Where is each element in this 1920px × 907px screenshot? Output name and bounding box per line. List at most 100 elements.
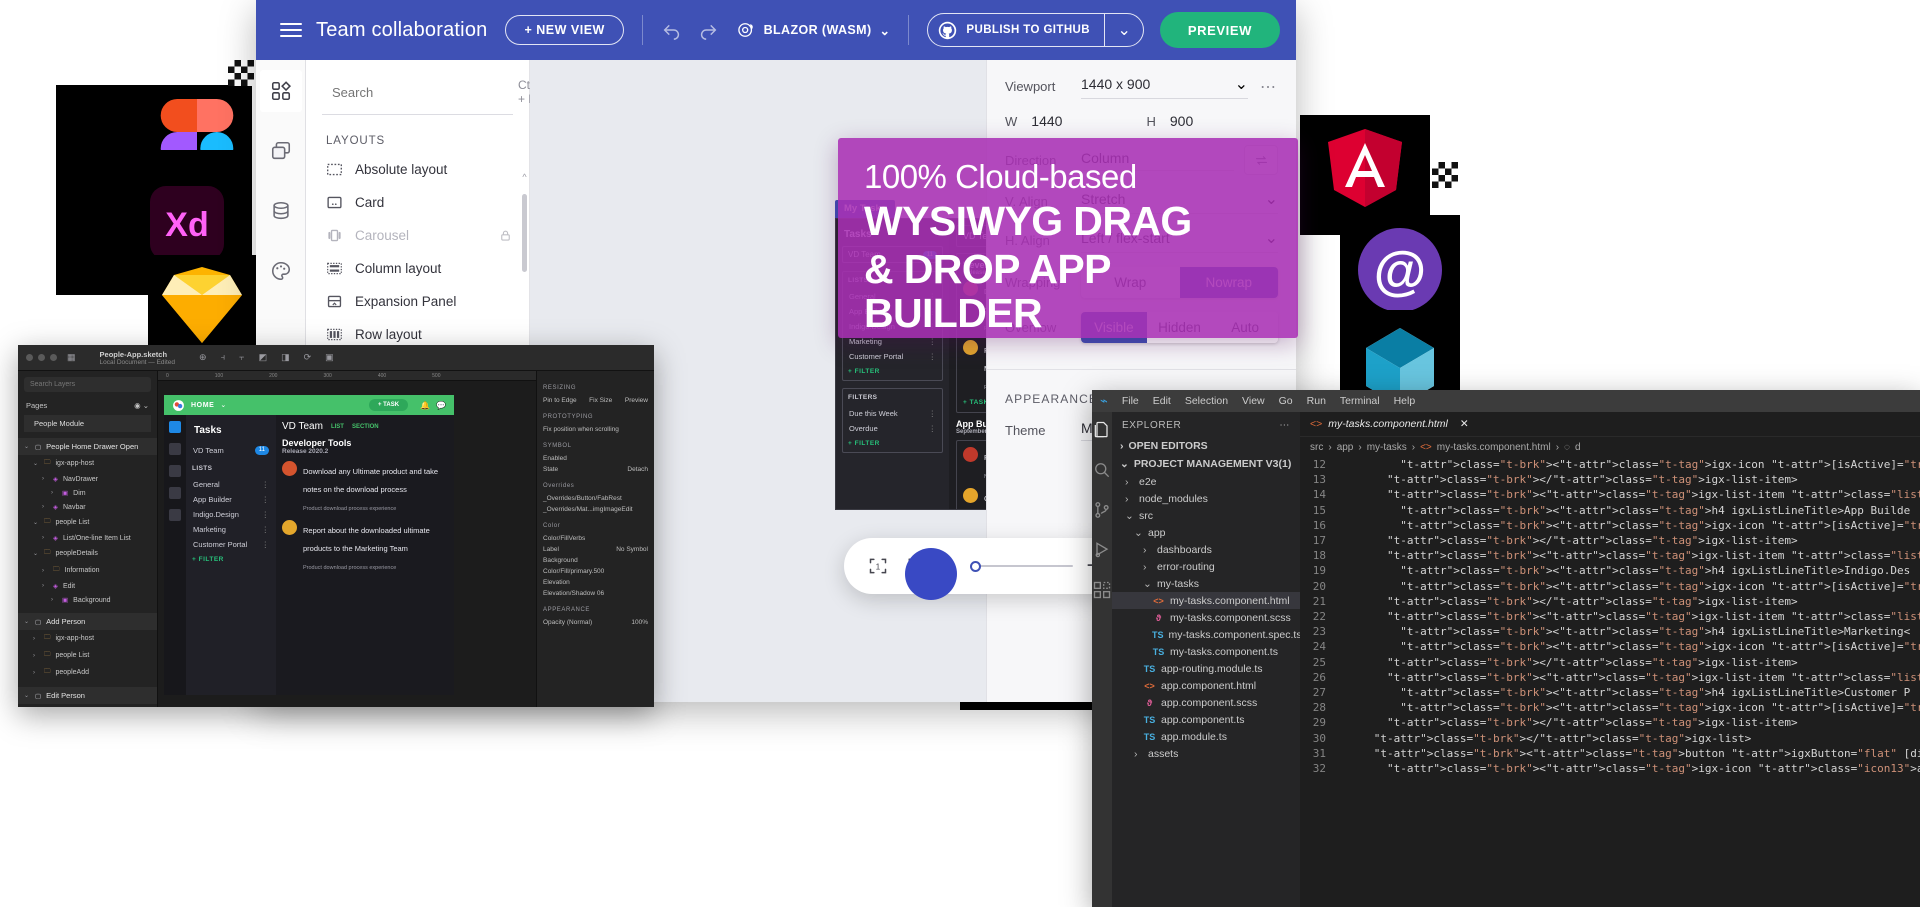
sketch-layer-row[interactable]: ⌄ ▢ Add Person (18, 613, 157, 630)
breadcrumb-src[interactable]: src (1310, 442, 1323, 453)
preview-filter-button[interactable]: + FILTER (192, 556, 270, 563)
preview-list-item[interactable]: App Builder ⋮ (192, 492, 270, 507)
preview-list-item[interactable]: Marketing ⋮ (192, 522, 270, 537)
file-tree-item[interactable]: › assets (1112, 745, 1300, 762)
chevron-down-icon[interactable]: ⌄ (24, 692, 30, 699)
fit-one-icon[interactable]: 1 (866, 554, 890, 578)
sketch-layer-row[interactable]: › 🗀 people List (18, 647, 157, 664)
sketch-layer-row[interactable]: › ▣ Background (18, 593, 157, 607)
file-tree-item[interactable]: TS app.component.ts (1112, 711, 1300, 728)
toolbox-search-input[interactable] (332, 84, 508, 100)
scrollbar-thumb[interactable] (522, 194, 527, 272)
distribute-icon[interactable]: ⫟ (239, 352, 244, 363)
window-controls[interactable] (26, 354, 57, 361)
chevron-right-icon[interactable]: › (42, 504, 48, 510)
zoom-slider[interactable] (970, 558, 1073, 574)
sketch-layer-row[interactable]: › ▣ Dim (18, 486, 157, 500)
chevron-down-icon[interactable]: ⌄ (33, 460, 39, 467)
menu-terminal[interactable]: Terminal (1340, 395, 1380, 407)
inspector-elevation-value-row[interactable]: Elevation/Shadow 06 (543, 588, 648, 599)
inspector-resizing-row[interactable]: Pin to Edge Fix Size Preview (543, 395, 648, 406)
chevron-right-icon[interactable]: › (51, 597, 57, 603)
toolbox-item-carousel[interactable]: Carousel (306, 219, 529, 252)
preview-list-item[interactable]: Indigo.Design ⋮ (192, 507, 270, 522)
toolbox-item-card[interactable]: Card (306, 186, 529, 219)
sketch-layer-row[interactable]: ⌄ 🗀 people List (18, 514, 157, 531)
editor-tab[interactable]: <> my-tasks.component.html ✕ (1300, 412, 1920, 437)
inspector-elevation-row[interactable]: Elevation (543, 577, 648, 588)
more-icon[interactable]: ⋮ (262, 495, 270, 504)
preview-team-row[interactable]: VD Team 11 (192, 442, 270, 459)
pages-settings-icon[interactable]: ◉ ⌄ (134, 401, 149, 410)
menu-edit[interactable]: Edit (1153, 395, 1171, 407)
preview-rail-chart-icon[interactable] (169, 487, 181, 499)
inspector-opacity-row[interactable]: Opacity (Normal) 100% (543, 617, 648, 628)
chevron-right-icon[interactable]: › (33, 636, 39, 642)
mock-task-row[interactable]: Research new sample app New sample appli… (963, 447, 986, 483)
menu-run[interactable]: Run (1307, 395, 1326, 407)
chevron-right-icon[interactable]: › (33, 670, 39, 676)
chevron-right-icon[interactable]: › (1125, 493, 1134, 505)
inspector-symbol-row[interactable]: State Detach (543, 464, 648, 475)
menu-view[interactable]: View (1242, 395, 1265, 407)
inspector-background-row[interactable]: Background (543, 555, 648, 566)
project-section[interactable]: ⌄ PROJECT MANAGEMENT V3(1) (1112, 455, 1300, 473)
run-debug-icon[interactable] (1092, 540, 1112, 560)
sketch-layer-row[interactable]: › 🗀 igx-app-host (18, 630, 157, 647)
toolbox-item-expansion-panel[interactable]: Expansion Panel (306, 285, 529, 318)
mock-task-row[interactable]: Create visual design for new sample app … (963, 488, 986, 509)
boolean-icon[interactable]: ◨ (281, 352, 290, 363)
breadcrumb-app[interactable]: app (1337, 442, 1354, 453)
bell-icon[interactable]: 🔔 (420, 401, 430, 410)
extensions-icon[interactable] (1092, 580, 1112, 600)
preview-list-item[interactable]: General ⋮ (192, 477, 270, 492)
redo-icon[interactable] (697, 19, 719, 41)
framework-selector[interactable]: BLAZOR (WASM) ⌄ (736, 20, 891, 40)
file-tree-item[interactable]: TS app.module.ts (1112, 728, 1300, 745)
preview-rail-tasks-icon[interactable] (169, 421, 181, 433)
toolbox-item-column-layout[interactable]: Column layout (306, 252, 529, 285)
more-icon[interactable]: ⋮ (929, 424, 937, 433)
code-area[interactable]: 12 13 14 15 16 17 18 19 20 21 22 23 24 25 26 27 28 29 30 31… (1300, 457, 1920, 776)
chevron-down-icon[interactable]: ⌄ (33, 550, 39, 557)
inspector-override-row[interactable]: _Overrides/Mat...imgImageEdit (543, 504, 648, 515)
insert-icon[interactable]: ⊕ (199, 352, 207, 363)
file-tree-item[interactable]: ⌄ src (1112, 507, 1300, 524)
chevron-right-icon[interactable]: › (1143, 561, 1152, 573)
preview-task-row[interactable]: Download any Ultimate product and take n… (282, 461, 448, 515)
sketch-layer-row[interactable]: › 🗀 Information (18, 562, 157, 579)
publish-to-github-button[interactable]: PUBLISH TO GITHUB ⌄ (927, 13, 1144, 47)
preview-rail-grid-icon[interactable] (169, 443, 181, 455)
mock-filter-button[interactable]: + FILTER (848, 368, 937, 375)
chevron-right-icon[interactable]: › (42, 568, 48, 574)
chevron-right-icon[interactable]: › (1143, 544, 1152, 556)
chevron-down-icon[interactable]: ⌄ (24, 618, 30, 625)
inspector-proto-row[interactable]: Fix position when scrolling (543, 424, 648, 435)
breadcrumb-symbol[interactable]: d (1575, 442, 1581, 453)
preview-rail-folder-icon[interactable] (169, 509, 181, 521)
menu-help[interactable]: Help (1394, 395, 1416, 407)
inspector-symbol-state-row[interactable]: Enabled (543, 453, 648, 464)
breadcrumb-mytasks[interactable]: my-tasks (1367, 442, 1407, 453)
preview-button[interactable]: PREVIEW (1159, 12, 1280, 48)
sketch-layer-row[interactable]: ⌄ 🗀 peopleDetails (18, 545, 157, 562)
inspector-color-row[interactable]: Color/FillVerbs (543, 533, 648, 544)
sketch-page-item[interactable]: People Module (24, 415, 151, 432)
preview-section-toggle[interactable]: SECTION (352, 424, 379, 430)
sketch-layer-row[interactable]: › ◈ List/One-line Item List (18, 531, 157, 545)
menu-go[interactable]: Go (1279, 395, 1293, 407)
mock-task-row[interactable]: Report about the downloaded ultimate pro… (963, 340, 986, 394)
view-icon[interactable]: ▣ (325, 352, 334, 363)
inspector-override-row[interactable]: _Overrides/Button/FabRest (543, 493, 648, 504)
file-tree-item[interactable]: TS my-tasks.component.ts (1112, 643, 1300, 660)
publish-dropdown-caret[interactable]: ⌄ (1105, 20, 1142, 40)
file-tree-item[interactable]: ϑ app.component.scss (1112, 694, 1300, 711)
chevron-down-icon[interactable]: ⌄ (1143, 578, 1152, 590)
chat-icon[interactable]: 💬 (436, 401, 446, 410)
sketch-layer-row[interactable]: ⌄ ▢ Edit Person (18, 687, 157, 704)
explorer-more-icon[interactable]: ⋯ (1279, 420, 1290, 431)
mock-list-item[interactable]: Customer Portal ⋮ (848, 349, 937, 364)
file-tree-item[interactable]: ⌄ app (1112, 524, 1300, 541)
sketch-layer-row[interactable]: › ◈ Edit (18, 579, 157, 593)
file-tree-item[interactable]: TS my-tasks.component.spec.ts (1112, 626, 1302, 643)
